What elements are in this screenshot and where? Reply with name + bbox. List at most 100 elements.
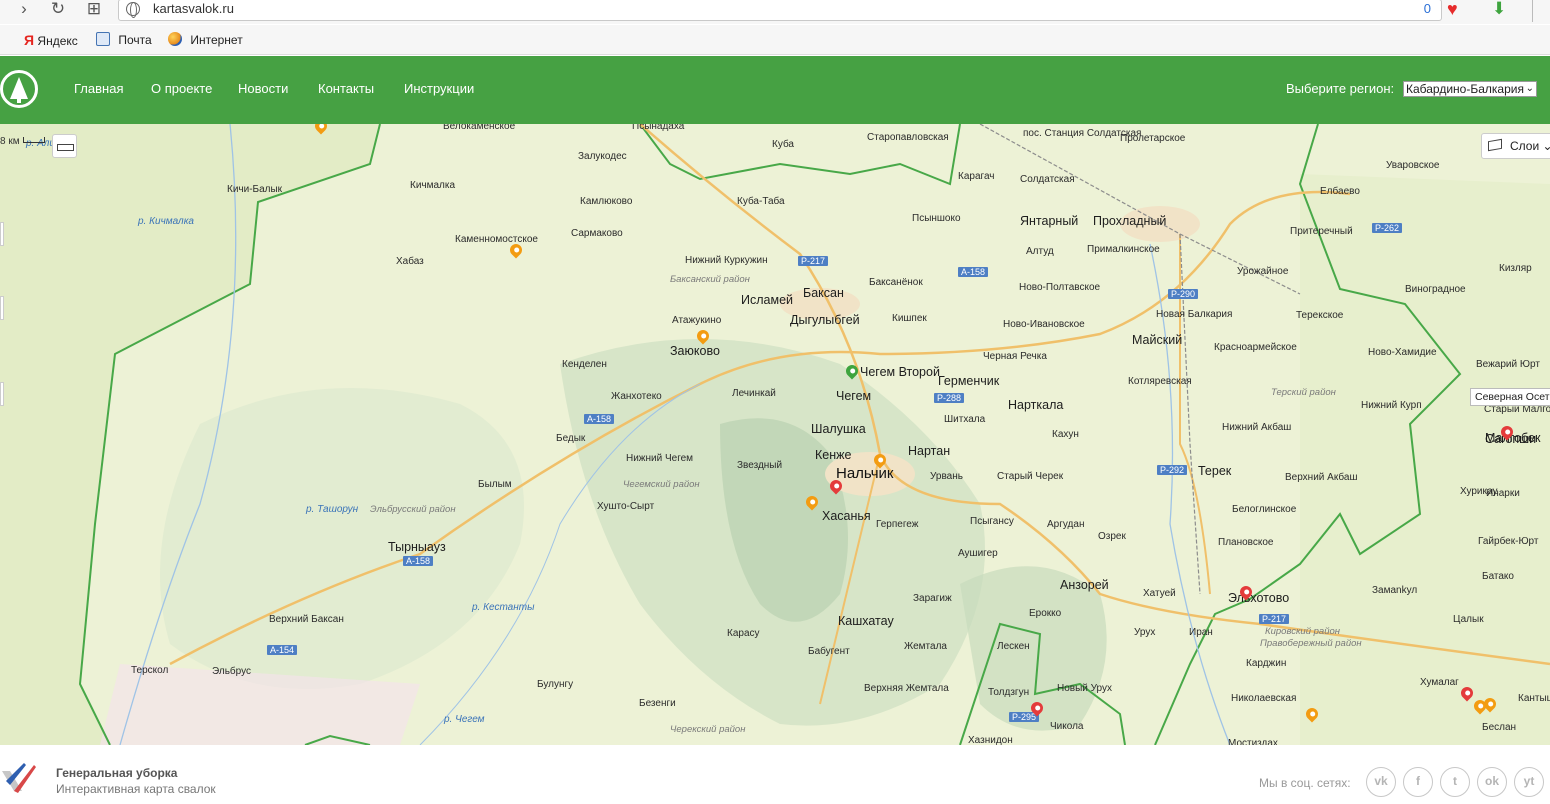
district-label: Терский район [1271, 387, 1336, 398]
map-label: Батако [1482, 571, 1514, 582]
road-badge: Р-217 [798, 256, 829, 266]
vk-icon[interactable]: vk [1366, 767, 1396, 797]
map-label: Аргудан [1047, 519, 1085, 530]
map-label: Зарагиж [913, 593, 952, 604]
map-label: Вежарий Юрт [1476, 359, 1540, 370]
address-bar[interactable]: kartasvalok.ru 0 [118, 0, 1442, 21]
map-graphics [0, 124, 1550, 745]
map-label: Ново-Полтавское [1019, 282, 1101, 293]
map-label: Нижний Куркужин [685, 255, 768, 266]
region-label: Выберите регион: [1286, 81, 1395, 96]
district-label: Баксанский район [670, 274, 750, 285]
map-canvas[interactable]: Велокаменское Псынадаха Старопавловская пос… [0, 124, 1550, 745]
road-badge: Р-217 [1259, 614, 1290, 624]
map-label: Жемтала [904, 641, 947, 652]
bookmarks-bar: Я Яндекс Почта Интернет [0, 25, 1550, 55]
internet-icon [168, 32, 182, 46]
map-label: Кенделен [562, 359, 607, 370]
favorite-heart-icon[interactable]: ♥ [1447, 0, 1458, 18]
map-label: Псынадаха [632, 124, 685, 132]
region-tooltip: Северная Осетия [1470, 388, 1550, 406]
layers-button[interactable]: Слои ⌄ [1481, 133, 1550, 159]
layers-icon [1488, 138, 1502, 152]
map-label: Белоглинское [1232, 504, 1297, 515]
map-label: Герпегеж [876, 519, 919, 530]
side-control[interactable] [0, 382, 4, 406]
district-label: Черекский район [670, 724, 746, 735]
map-label: Елбаево [1320, 186, 1360, 197]
map-label: Карасу [727, 628, 760, 639]
map-label: Залукодес [578, 151, 627, 162]
map-label: Шитхала [944, 414, 986, 425]
download-icon[interactable]: ⬇ [1492, 0, 1506, 18]
side-control[interactable] [0, 296, 4, 320]
bookmark-label: Почта [118, 33, 152, 47]
map-label: Мостиздах [1228, 738, 1278, 745]
map-label: Нартан [908, 444, 951, 458]
tree-logo-icon[interactable] [0, 70, 38, 108]
nav-about[interactable]: О проекте [151, 81, 212, 96]
map-label: Чегем [836, 389, 872, 403]
forward-icon[interactable]: › [14, 0, 34, 20]
twitter-icon[interactable]: t [1440, 767, 1470, 797]
ruler-icon[interactable] [52, 134, 77, 158]
map-label: Гайрбек-Юрт [1478, 536, 1539, 547]
nav-contacts[interactable]: Контакты [318, 81, 374, 96]
map-label: Карагач [958, 171, 995, 182]
map-label: Верхняя Жемтала [864, 683, 949, 694]
scale-text: 8 км [0, 136, 20, 147]
facebook-icon[interactable]: f [1403, 767, 1433, 797]
road-badge: А-158 [584, 414, 615, 424]
map-label: Виноградное [1405, 284, 1466, 295]
protect-counter[interactable]: 0 [1424, 1, 1431, 16]
road-badge: А-158 [403, 556, 434, 566]
map-label: Старопавловская [867, 132, 949, 143]
map-label: Хушто-Сырт [597, 501, 655, 512]
map-label: Урух [1134, 627, 1156, 638]
youtube-icon[interactable]: yt [1514, 767, 1544, 797]
map-label: Новая Балкария [1156, 309, 1233, 320]
map-label: Хабаз [396, 256, 424, 267]
bookmark-label: Интернет [190, 33, 243, 47]
bookmark-internet[interactable]: Интернет [168, 32, 243, 47]
map-label: Кашхатау [838, 614, 894, 628]
side-control[interactable] [0, 222, 4, 246]
map-label: Нижний Курп [1361, 400, 1422, 411]
map-label: Карджин [1246, 658, 1287, 669]
map-label: Пролетарское [1120, 133, 1186, 144]
browser-toolbar: › ↻ ⊞ kartasvalok.ru 0 ♥ ⬇ [0, 0, 1550, 24]
globe-icon [126, 2, 140, 18]
reload-icon[interactable]: ↻ [48, 0, 68, 20]
map-label: Кантышево [1518, 693, 1550, 704]
onf-logo-icon [2, 763, 36, 793]
map-label: Куба [772, 139, 794, 150]
district-label: Кировский район [1265, 626, 1341, 637]
nav-home[interactable]: Главная [74, 81, 123, 96]
map-label: Баксан [803, 286, 844, 300]
menu-divider [1532, 0, 1550, 22]
grid-icon[interactable]: ⊞ [84, 0, 104, 20]
map-label: Сармаково [571, 228, 623, 239]
map-label: Уваровское [1386, 160, 1440, 171]
region-select[interactable]: Кабардино-Балкария ⌄ [1403, 81, 1537, 97]
odnoklassniki-icon[interactable]: ok [1477, 767, 1507, 797]
map-label: Атажукино [672, 315, 722, 326]
map-label: Прохладный [1093, 214, 1167, 228]
map-label: Хумалаг [1420, 677, 1459, 688]
bookmark-mail[interactable]: Почта [96, 32, 152, 47]
map-label: Бедык [556, 433, 586, 444]
map-label: Алтуд [1026, 246, 1054, 257]
map-label: Аушигер [958, 548, 998, 559]
river-label: р. Ташорун [306, 504, 359, 515]
nav-news[interactable]: Новости [238, 81, 288, 96]
bookmark-yandex[interactable]: Я Яндекс [24, 32, 78, 48]
map-label: Герменчик [938, 374, 1000, 388]
map-label: Куба-Таба [737, 196, 785, 207]
url-text: kartasvalok.ru [153, 1, 234, 16]
nav-instructions[interactable]: Инструкции [404, 81, 474, 96]
river-label: р. Чегем [444, 714, 485, 725]
map-label: Камлюково [580, 196, 633, 207]
map-label: Бабугент [808, 646, 850, 657]
map-label: Нижний Акбаш [1222, 422, 1292, 433]
road-badge: Р-262 [1372, 223, 1403, 233]
